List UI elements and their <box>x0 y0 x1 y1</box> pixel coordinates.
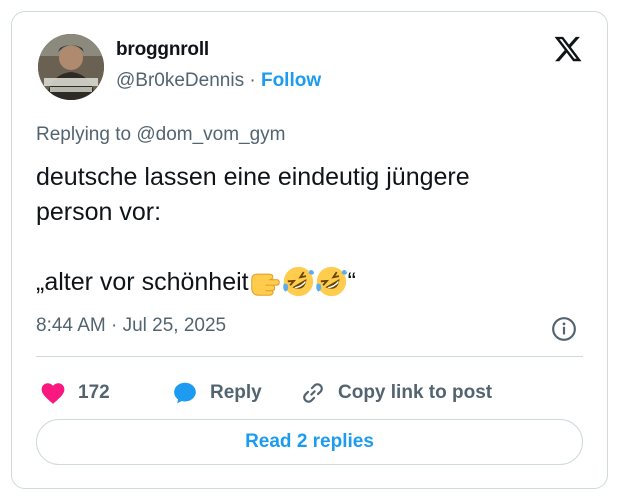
author-handle-row: @Br0keDennis · Follow <box>116 70 321 92</box>
author-handle[interactable]: @Br0keDennis <box>116 70 244 91</box>
read-replies-button[interactable]: Read 2 replies <box>36 419 583 465</box>
backhand-index-pointing-right-emoji <box>250 273 280 296</box>
reply-label: Reply <box>210 382 262 403</box>
reply-bubble-icon <box>174 382 196 404</box>
copy-link-label: Copy link to post <box>338 382 493 403</box>
tweet-card: broggnroll @Br0keDennis · Follow Replyin… <box>11 11 608 489</box>
reply-button[interactable]: Reply <box>172 375 262 411</box>
copy-link-button[interactable]: Copy link to post <box>300 375 492 411</box>
tweet-quote-text: „alter vor schönheit <box>36 268 249 296</box>
avatar[interactable] <box>38 34 104 100</box>
tweet-line-1: deutsche lassen eine eindeutig jüngere <box>36 163 470 191</box>
divider <box>36 356 583 357</box>
rolling-on-the-floor-laughing-emoji <box>282 266 314 297</box>
replying-to[interactable]: Replying to @dom_vom_gym <box>36 124 286 146</box>
read-replies-label: Read 2 replies <box>245 431 374 452</box>
author-display-name[interactable]: broggnroll <box>116 39 209 61</box>
tweet-quote-line: „alter vor schönheit “ <box>36 265 576 300</box>
follow-button[interactable]: Follow <box>261 70 321 91</box>
info-icon[interactable] <box>551 316 577 342</box>
heart-icon <box>41 383 65 404</box>
like-button[interactable]: 172 <box>40 375 110 411</box>
link-icon <box>303 383 323 403</box>
tweet-line-2: person vor: <box>36 198 162 226</box>
tweet-quote-close: “ <box>347 268 356 296</box>
rolling-on-the-floor-laughing-emoji <box>315 266 347 297</box>
x-logo-icon[interactable] <box>553 34 583 64</box>
separator-dot: · <box>249 70 256 91</box>
like-count: 172 <box>78 382 110 403</box>
tweet-text: deutsche lassen eine eindeutig jüngere p… <box>36 160 576 300</box>
timestamp[interactable]: 8:44 AM · Jul 25, 2025 <box>36 315 226 337</box>
